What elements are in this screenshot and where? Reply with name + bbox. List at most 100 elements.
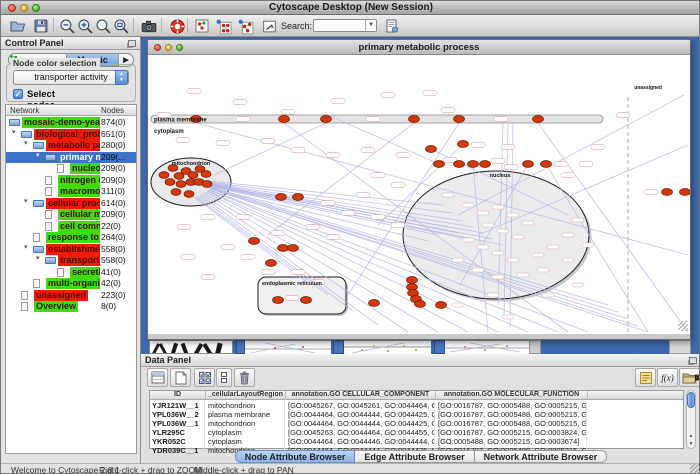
tree-row[interactable]: ▾cellular process614(0) xyxy=(6,198,136,210)
node-label-pill[interactable] xyxy=(591,145,605,150)
node-label-pill[interactable] xyxy=(504,165,518,170)
scroll-up-icon[interactable]: ▲ xyxy=(687,432,695,440)
node-label-pill[interactable] xyxy=(477,245,489,249)
window-resize-grip[interactable] xyxy=(678,321,688,331)
node-label-pill[interactable] xyxy=(491,159,505,164)
table-column-header[interactable]: annotation.GO CELLULAR_COMPONENT xyxy=(286,391,436,400)
node-label-pill[interactable] xyxy=(371,173,385,178)
node-label-pill[interactable] xyxy=(291,148,305,153)
network-node[interactable] xyxy=(523,161,534,168)
node-label-pill[interactable] xyxy=(492,275,504,279)
table-row[interactable]: YPL036W__2plasma membrane[GO:0044464, GO… xyxy=(150,410,683,419)
node-label-pill[interactable] xyxy=(507,213,519,217)
network-node[interactable] xyxy=(273,297,284,304)
select-attributes-icon[interactable] xyxy=(194,368,215,387)
attribute-table[interactable]: ID_cellularLayoutRegionannotation.GO CEL… xyxy=(149,390,684,449)
node-label-pill[interactable] xyxy=(261,139,275,144)
node-label-pill[interactable] xyxy=(236,117,250,122)
network-node[interactable] xyxy=(407,277,418,284)
node-label-pill[interactable] xyxy=(471,143,485,148)
network-node[interactable] xyxy=(165,179,175,186)
table-column-header[interactable]: annotation.GO MOLECULAR_FUNCTION xyxy=(436,391,588,400)
network-node[interactable] xyxy=(426,146,437,153)
node-label-pill[interactable] xyxy=(507,258,519,262)
node-label-pill[interactable] xyxy=(291,270,305,275)
save-session-icon[interactable] xyxy=(31,17,51,35)
network-node[interactable] xyxy=(184,191,194,198)
node-label-pill[interactable] xyxy=(261,270,275,275)
node-label-pill[interactable] xyxy=(442,193,454,197)
network-canvas-svg[interactable]: plasma membranecytoplasmmitochondrionnuc… xyxy=(148,55,690,334)
expand-triangle-icon[interactable]: ▾ xyxy=(36,151,40,159)
tree-row[interactable]: cell communicat22(0) xyxy=(6,221,136,233)
node-label-pill[interactable] xyxy=(582,243,594,247)
tree-col-nodes[interactable]: Nodes xyxy=(101,106,124,115)
node-label-pill[interactable] xyxy=(517,273,529,277)
app-resize-grip[interactable] xyxy=(690,464,700,474)
background-window[interactable] xyxy=(149,340,233,354)
node-label-pill[interactable] xyxy=(561,173,575,178)
node-label-pill[interactable] xyxy=(285,296,299,301)
node-label-pill[interactable] xyxy=(644,190,658,195)
network-node[interactable] xyxy=(176,181,186,188)
network-node[interactable] xyxy=(454,161,465,168)
expand-triangle-icon[interactable]: ▾ xyxy=(24,243,28,251)
network-canvas[interactable]: plasma membranecytoplasmmitochondrionnuc… xyxy=(148,55,690,334)
tree-row[interactable]: nucleobase-209(0) xyxy=(6,163,136,175)
node-label-pill[interactable] xyxy=(366,117,380,122)
network-node[interactable] xyxy=(409,116,420,123)
expand-triangle-icon[interactable]: ▾ xyxy=(36,254,40,262)
network-node[interactable] xyxy=(480,161,491,168)
node-label-pill[interactable] xyxy=(281,110,295,115)
node-label-pill[interactable] xyxy=(176,138,190,143)
node-label-pill[interactable] xyxy=(216,141,230,146)
node-label-pill[interactable] xyxy=(326,235,340,240)
node-label-pill[interactable] xyxy=(381,93,395,98)
network-overview-icon[interactable] xyxy=(192,17,212,35)
node-label-pill[interactable] xyxy=(532,253,544,257)
table-row[interactable]: YKR052Ccytoplasm[GO:0044464, GO:0044446,… xyxy=(150,437,683,446)
color-attribute-combobox[interactable]: transporter activity ▲▼ xyxy=(13,70,129,85)
search-advanced-icon[interactable] xyxy=(382,17,402,35)
combobox-stepper-icon[interactable]: ▲▼ xyxy=(115,70,128,85)
network-node[interactable] xyxy=(415,301,426,308)
search-input[interactable]: ▼ xyxy=(313,19,377,32)
network-node[interactable] xyxy=(301,297,312,304)
table-row[interactable]: YPL036W__1mitochondrion[GO:0044464, GO:0… xyxy=(150,419,683,428)
network-node[interactable] xyxy=(533,116,544,123)
snapshot-camera-icon[interactable] xyxy=(139,17,159,35)
background-window-edge[interactable] xyxy=(669,340,691,354)
node-label-pill[interactable] xyxy=(241,255,255,260)
select-nodes-checkbox[interactable]: ✓ xyxy=(13,89,23,99)
node-label-pill[interactable] xyxy=(181,255,195,260)
scrollbar-thumb[interactable] xyxy=(687,392,695,408)
network-node[interactable] xyxy=(293,194,304,201)
node-label-pill[interactable] xyxy=(356,193,370,198)
network-node[interactable] xyxy=(278,245,289,252)
node-label-pill[interactable] xyxy=(391,183,405,188)
node-label-pill[interactable] xyxy=(441,108,455,113)
network-node[interactable] xyxy=(321,116,332,123)
node-label-pill[interactable] xyxy=(462,203,474,207)
node-label-pill[interactable] xyxy=(201,275,215,280)
tab-node-attribute-browser[interactable]: Node Attribute Browser xyxy=(235,450,356,463)
node-label-pill[interactable] xyxy=(187,89,201,94)
float-panel-icon[interactable] xyxy=(689,357,697,364)
formula-builder-fx-icon[interactable]: f(x) xyxy=(657,368,678,387)
network-node[interactable] xyxy=(171,189,181,196)
table-scrollbar[interactable]: ▲ ▼ xyxy=(686,390,696,449)
tab-network-attribute-browser[interactable]: Network Attribute Browser xyxy=(475,450,608,463)
node-label-pill[interactable] xyxy=(492,205,504,209)
delete-attribute-trash-icon[interactable] xyxy=(234,368,255,387)
node-label-pill[interactable] xyxy=(547,245,559,249)
node-label-pill[interactable] xyxy=(361,148,375,153)
node-label-pill[interactable] xyxy=(497,229,509,233)
tree-col-network[interactable]: Network xyxy=(10,106,39,115)
layout-nodes-b-icon[interactable] xyxy=(235,17,255,35)
layout-nodes-a-icon[interactable] xyxy=(213,17,233,35)
node-label-pill[interactable] xyxy=(236,215,250,220)
network-node[interactable] xyxy=(279,116,290,123)
network-node[interactable] xyxy=(458,141,469,148)
node-label-pill[interactable] xyxy=(512,235,524,239)
node-label-pill[interactable] xyxy=(562,258,574,262)
